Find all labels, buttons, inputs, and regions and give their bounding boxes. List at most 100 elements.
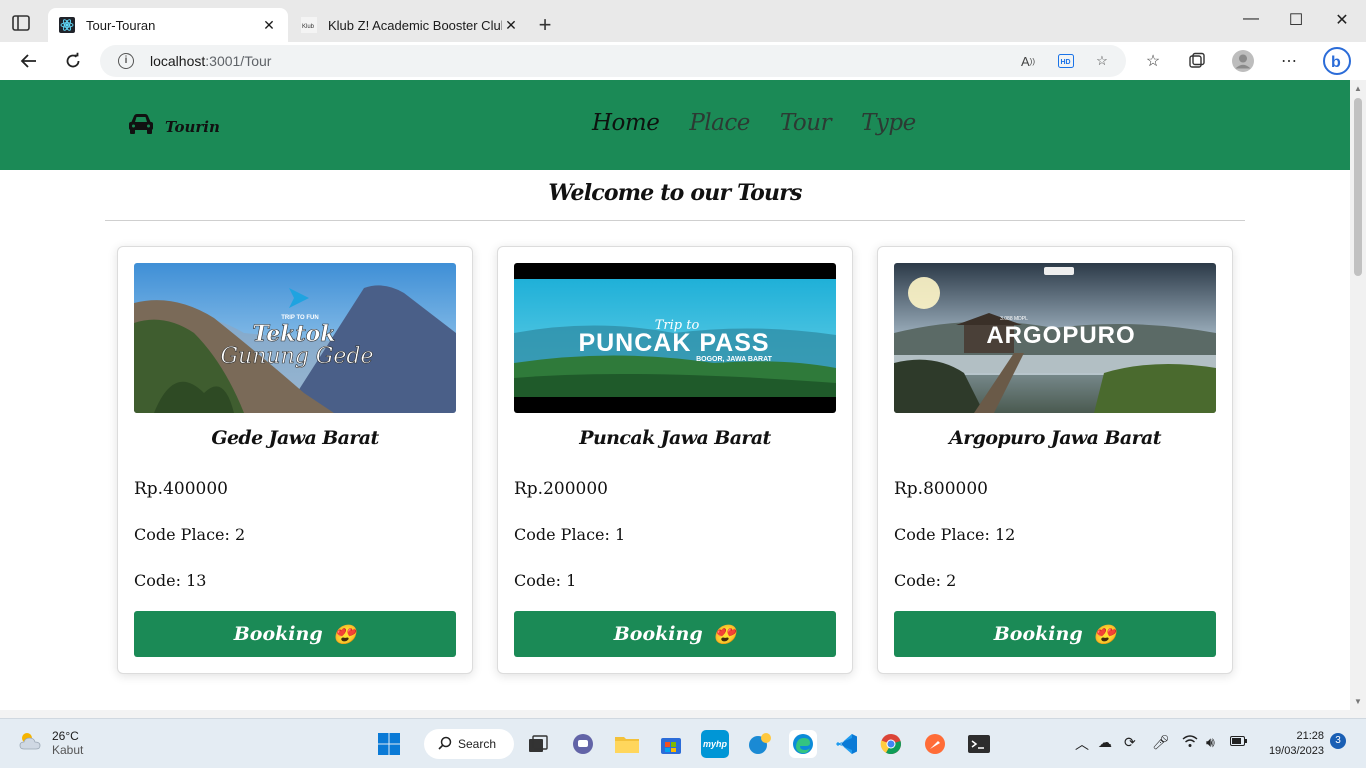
- svg-text:HD: HD: [1061, 59, 1071, 66]
- tour-place-name: Argopuro Jawa Barat: [949, 427, 1161, 449]
- windows-taskbar: 26°C Kabut Search myhp ︿ ☁ ⟳ 🎤︎ 🔊︎ 21:28…: [0, 718, 1366, 768]
- tour-code-place: Code Place: 2: [134, 525, 246, 544]
- tab-title: Klub Z! Academic Booster Club: [328, 17, 502, 33]
- nav-home-link[interactable]: Home: [592, 110, 660, 136]
- collections-icon[interactable]: [1186, 51, 1208, 71]
- bing-chat-icon[interactable]: b: [1322, 46, 1352, 76]
- clock-time: 21:28: [1296, 730, 1324, 742]
- main-nav: Home Place Tour Type: [592, 110, 916, 136]
- tour-card: 3.088 MDPL ARGOPURO Argopuro Jawa Barat …: [877, 246, 1233, 674]
- chrome-icon[interactable]: [877, 730, 905, 758]
- maximize-icon[interactable]: ☐: [1281, 10, 1311, 30]
- brand[interactable]: Tourin: [127, 113, 220, 140]
- read-aloud-icon[interactable]: A)): [1018, 52, 1038, 70]
- wifi-icon[interactable]: [1182, 734, 1198, 751]
- close-tab-icon[interactable]: ✕: [502, 17, 520, 34]
- taskbar-search[interactable]: Search: [424, 729, 514, 759]
- heart-eyes-emoji-icon: 😍: [332, 623, 357, 646]
- address-bar[interactable]: i localhost:3001/Tour A)) HD ☆: [100, 45, 1126, 77]
- booking-button[interactable]: Booking 😍: [514, 611, 836, 657]
- tour-code-place: Code Place: 12: [894, 525, 1016, 544]
- notification-badge[interactable]: 3: [1330, 733, 1346, 749]
- page-viewport: Tourin Home Place Tour Type Welcome to o…: [0, 80, 1350, 710]
- nav-tour-link[interactable]: Tour: [780, 110, 832, 136]
- divider: [105, 220, 1245, 221]
- tab-tour-touran[interactable]: Tour-Touran ✕: [48, 8, 288, 42]
- browser-toolbar: i localhost:3001/Tour A)) HD ☆ ☆ ⋯ b: [0, 42, 1366, 80]
- system-clock[interactable]: 21:28 19/03/2023: [1262, 729, 1324, 759]
- booking-label: Booking: [233, 623, 323, 645]
- booking-label: Booking: [993, 623, 1083, 645]
- minimize-icon[interactable]: —: [1236, 10, 1266, 28]
- microphone-icon[interactable]: 🎤︎: [1152, 734, 1170, 751]
- weather-cloud-icon: [18, 730, 44, 757]
- show-hidden-icons-chevron-icon[interactable]: ︿: [1075, 734, 1089, 754]
- scroll-down-arrow-icon[interactable]: ▼: [1354, 697, 1362, 706]
- more-menu-icon[interactable]: ⋯: [1278, 51, 1300, 71]
- edge-browser-icon[interactable]: [789, 730, 817, 758]
- search-icon: [438, 736, 452, 753]
- tab-klub-z[interactable]: Klub Klub Z! Academic Booster Club ✕: [290, 8, 530, 42]
- tour-code: Code: 2: [894, 571, 957, 590]
- svg-text:PUNCAK PASS: PUNCAK PASS: [578, 329, 769, 357]
- cloud-sync-icon[interactable]: ☁: [1098, 734, 1112, 751]
- tour-card: Trip to PUNCAK PASS BOGOR, JAWA BARAT Pu…: [497, 246, 853, 674]
- tour-card: TRIP TO FUN Tektok Gunung Gede Gede Jawa…: [117, 246, 473, 674]
- tour-place-name: Gede Jawa Barat: [211, 427, 379, 449]
- brand-name: Tourin: [165, 117, 220, 136]
- add-favorite-icon[interactable]: ☆: [1092, 52, 1112, 70]
- start-windows-icon[interactable]: [375, 730, 403, 758]
- myhp-icon[interactable]: myhp: [701, 730, 729, 758]
- tab-title: Tour-Touran: [86, 17, 156, 33]
- nav-place-link[interactable]: Place: [689, 110, 750, 136]
- update-icon[interactable]: ⟳: [1124, 734, 1136, 751]
- favorites-icon[interactable]: ☆: [1142, 51, 1164, 71]
- back-arrow-icon[interactable]: [16, 49, 42, 73]
- page-scrollbar[interactable]: ▲ ▼: [1350, 80, 1366, 710]
- postman-icon[interactable]: [921, 730, 949, 758]
- page-title: Welcome to our Tours: [548, 180, 802, 206]
- profile-avatar-icon[interactable]: [1232, 50, 1254, 72]
- svg-text:b: b: [1331, 54, 1341, 71]
- microsoft-store-icon[interactable]: [657, 730, 685, 758]
- scrollbar-thumb[interactable]: [1354, 98, 1362, 276]
- close-tab-icon[interactable]: ✕: [260, 17, 278, 34]
- file-explorer-icon[interactable]: [613, 730, 641, 758]
- scroll-up-arrow-icon[interactable]: ▲: [1354, 84, 1362, 93]
- url-text: localhost:3001/Tour: [150, 53, 272, 69]
- car-icon: [127, 113, 155, 140]
- site-info-icon[interactable]: i: [118, 53, 134, 69]
- search-label: Search: [458, 737, 497, 751]
- close-window-icon[interactable]: ✕: [1327, 10, 1357, 30]
- refresh-icon[interactable]: [60, 49, 86, 73]
- new-tab-icon[interactable]: +: [534, 14, 556, 36]
- volume-icon[interactable]: 🔊︎: [1206, 734, 1215, 751]
- weather-widget[interactable]: 26°C Kabut: [18, 729, 83, 757]
- hd-icon[interactable]: HD: [1056, 52, 1076, 70]
- tour-price: Rp.400000: [134, 479, 228, 499]
- booking-button[interactable]: Booking 😍: [894, 611, 1216, 657]
- heart-eyes-emoji-icon: 😍: [1092, 623, 1117, 646]
- teams-chat-icon[interactable]: [569, 730, 597, 758]
- tab-actions-icon[interactable]: [10, 12, 32, 34]
- tour-code-place: Code Place: 1: [514, 525, 626, 544]
- battery-icon[interactable]: [1230, 734, 1248, 750]
- site-favicon-icon: Klub: [300, 16, 318, 34]
- browser-tabstrip: Tour-Touran ✕ Klub Klub Z! Academic Boos…: [0, 0, 1366, 42]
- nav-type-link[interactable]: Type: [861, 110, 916, 136]
- svg-text:Klub: Klub: [302, 24, 315, 30]
- heart-eyes-emoji-icon: 😍: [712, 623, 737, 646]
- tour-image-gede: TRIP TO FUN Tektok Gunung Gede: [134, 263, 456, 413]
- tour-image-puncak: Trip to PUNCAK PASS BOGOR, JAWA BARAT: [514, 263, 836, 413]
- vscode-icon[interactable]: [833, 730, 861, 758]
- booking-label: Booking: [613, 623, 703, 645]
- task-view-icon[interactable]: [524, 730, 552, 758]
- booking-button[interactable]: Booking 😍: [134, 611, 456, 657]
- terminal-icon[interactable]: [965, 730, 993, 758]
- tips-bulb-icon[interactable]: [746, 730, 774, 758]
- clock-date: 19/03/2023: [1268, 745, 1324, 757]
- react-icon: [58, 16, 76, 34]
- tour-price: Rp.800000: [894, 479, 988, 499]
- weather-desc: Kabut: [52, 743, 84, 757]
- tour-image-argopuro: 3.088 MDPL ARGOPURO: [894, 263, 1216, 413]
